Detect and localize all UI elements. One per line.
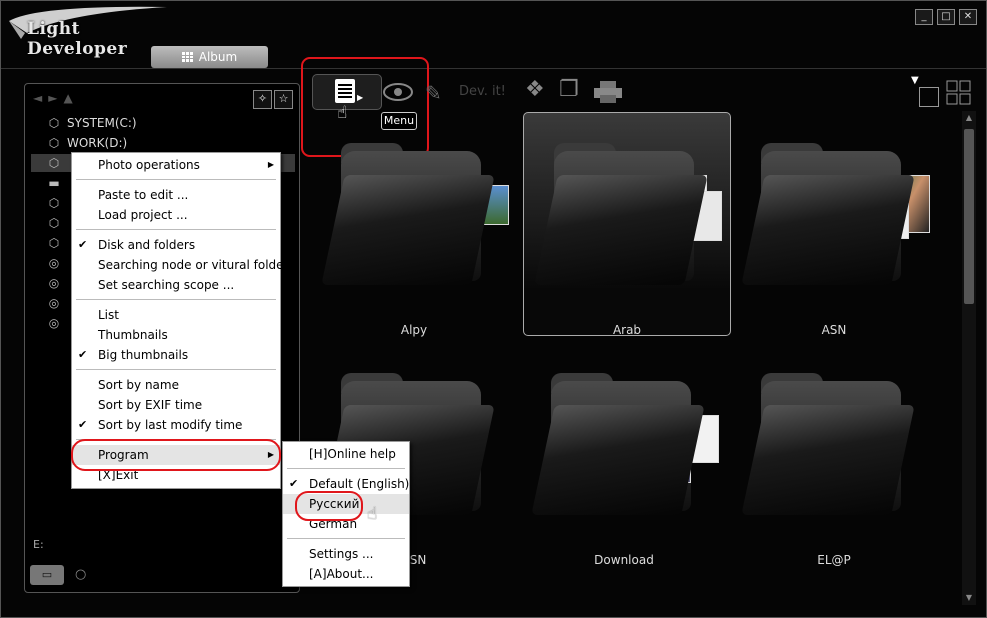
app-logo: Light Developer — [7, 3, 177, 59]
minimize-button[interactable]: _ — [915, 9, 933, 25]
forward-icon[interactable]: ► — [48, 91, 57, 105]
cd-icon: ◎ — [48, 276, 60, 290]
menu-item-photo-operations[interactable]: Photo operations ▶ — [72, 155, 280, 175]
album-folder[interactable]: Alpy — [311, 113, 517, 337]
tree-item[interactable]: ◎ — [47, 274, 67, 292]
path-status: E: — [33, 538, 44, 551]
tree-item[interactable]: ◎ — [47, 314, 67, 332]
disk-icon: ⬡ — [48, 196, 60, 210]
vertical-scrollbar[interactable]: ▲ ▼ — [962, 111, 976, 605]
folder-label: Arab — [612, 323, 642, 337]
back-icon[interactable]: ◄ — [33, 91, 42, 105]
album-folder-selected[interactable]: Arab — [523, 112, 731, 337]
cd-icon: ◎ — [48, 316, 60, 330]
album-folder[interactable]: EL@P — [731, 343, 937, 567]
check-icon: ✔ — [78, 348, 88, 361]
tree-item[interactable]: ⬡ — [47, 194, 67, 212]
cd-icon: ◎ — [48, 256, 60, 270]
app-window: Light Developer _ □ ✕ Album ◄ ► ▲ ✧ ☆ ⬡ SYS… — [0, 0, 987, 618]
tree-nav: ◄ ► ▲ — [33, 91, 79, 105]
disk-icon: ⬡ — [48, 136, 60, 150]
menu-item-sort-modify[interactable]: ✔ Sort by last modify time — [72, 415, 280, 435]
menu-item-about[interactable]: [A]About... — [283, 564, 409, 584]
cd-icon: ◎ — [48, 296, 60, 310]
disk-icon: ⬡ — [48, 236, 60, 250]
develop-wand-icon[interactable]: ✎ — [425, 81, 442, 105]
disk-icon: ⬡ — [48, 116, 60, 130]
folder-label: Alpy — [400, 323, 428, 337]
layout-grid-icon[interactable] — [946, 80, 972, 106]
disk-icon: ⬡ — [48, 216, 60, 230]
scroll-down-icon[interactable]: ▼ — [964, 593, 974, 603]
favorite-star-button[interactable]: ☆ — [274, 90, 293, 109]
menu-item-list[interactable]: List — [72, 305, 280, 325]
menu-item-online-help[interactable]: [H]Online help — [283, 444, 409, 464]
tree-item[interactable]: ⬡ — [47, 234, 67, 252]
scroll-up-icon[interactable]: ▲ — [964, 113, 974, 123]
dropdown-arrow-icon[interactable]: ▼ — [911, 75, 919, 86]
tree-item[interactable]: ◎ — [47, 254, 67, 272]
batch-icon[interactable]: ❖ — [525, 77, 545, 102]
menu-item-sort-exif[interactable]: Sort by EXIF time — [72, 395, 280, 415]
folder-label: Download — [594, 553, 654, 567]
disk-icon: ⬡ — [48, 156, 60, 170]
menu-item-load-project[interactable]: Load project ... — [72, 205, 280, 225]
copy-pages-icon[interactable]: ❐ — [559, 77, 579, 102]
folder-icon: ▬ — [48, 176, 60, 190]
menu-item-sort-name[interactable]: Sort by name — [72, 375, 280, 395]
menu-item-disk-folders[interactable]: ✔ Disk and folders — [72, 235, 280, 255]
tree-item[interactable]: ▬ — [47, 174, 67, 192]
menu-item-big-thumbnails[interactable]: ✔ Big thumbnails — [72, 345, 280, 365]
save-icon[interactable] — [919, 87, 939, 107]
new-folder-button[interactable]: ✧ — [253, 90, 272, 109]
menu-item-thumbnails[interactable]: Thumbnails — [72, 325, 280, 345]
maximize-button[interactable]: □ — [937, 9, 955, 25]
submenu-arrow-icon: ▶ — [267, 160, 274, 169]
search-icon[interactable]: ○ — [75, 565, 93, 585]
close-button[interactable]: ✕ — [959, 9, 977, 25]
menu-item-paste[interactable]: Paste to edit ... — [72, 185, 280, 205]
print-icon[interactable] — [593, 80, 623, 104]
folder-label: ASN — [821, 323, 847, 337]
scroll-thumb[interactable] — [964, 129, 974, 304]
album-folder[interactable]: ASN — [731, 113, 937, 337]
tree-item[interactable]: ⬡ — [47, 214, 67, 232]
up-icon[interactable]: ▲ — [63, 91, 72, 105]
folder-view-button[interactable]: ▭ — [30, 565, 64, 585]
folder-icon: ▭ — [41, 568, 53, 581]
menu-item-searching-node[interactable]: Searching node or vitural folder — [72, 255, 288, 275]
check-icon: ✔ — [289, 477, 299, 490]
tree-item[interactable]: ◎ — [47, 294, 67, 312]
album-tab-label: Album — [198, 50, 238, 64]
folder-label: EL@P — [817, 553, 851, 567]
grid-icon — [181, 52, 193, 62]
devit-label[interactable]: Dev. it! — [459, 84, 506, 99]
check-icon: ✔ — [78, 238, 88, 251]
check-icon: ✔ — [78, 418, 88, 431]
tree-item[interactable]: ⬡ WORK(D:) — [47, 134, 127, 152]
menu-item-settings[interactable]: Settings ... — [283, 544, 409, 564]
hand-cursor-icon: ☝ — [367, 504, 378, 524]
album-folder[interactable]: Download — [521, 343, 727, 567]
russian-highlight — [295, 491, 363, 521]
eye-icon[interactable] — [382, 81, 414, 103]
divider — [1, 68, 986, 69]
program-highlight — [71, 439, 281, 471]
menu-item-searching-scope[interactable]: Set searching scope ... — [72, 275, 280, 295]
tree-item[interactable]: ⬡ SYSTEM(C:) — [47, 114, 137, 132]
album-tab[interactable]: Album — [151, 46, 268, 68]
